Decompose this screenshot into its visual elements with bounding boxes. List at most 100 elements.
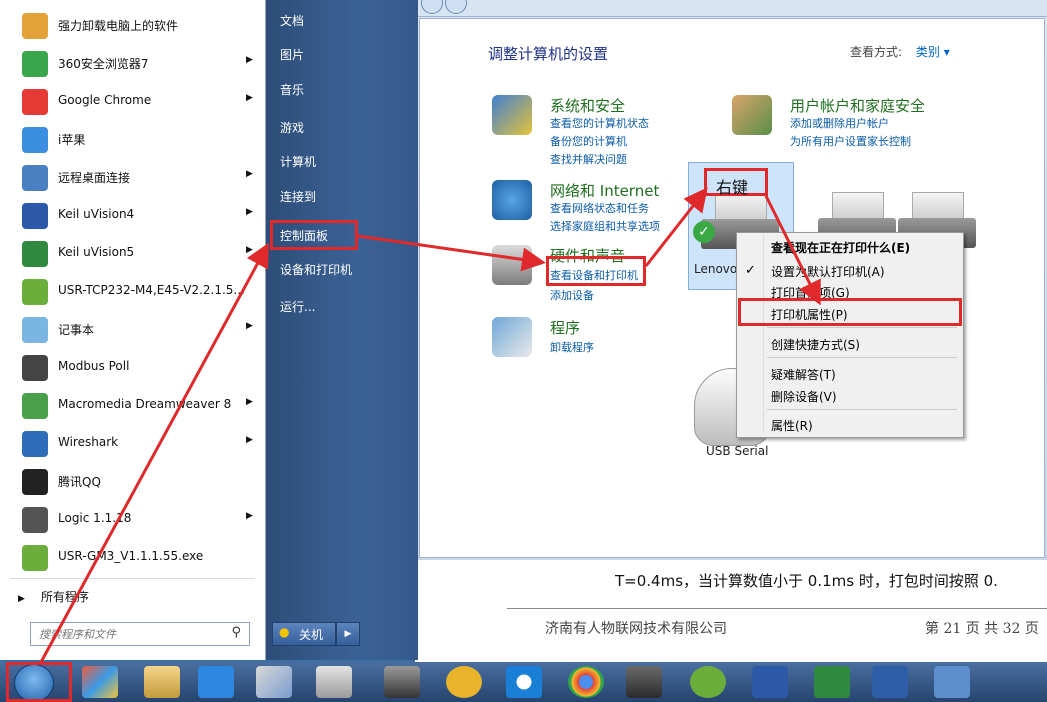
program-icon <box>22 203 48 229</box>
category-link[interactable]: 添加或删除用户帐户 <box>790 115 889 131</box>
program-item[interactable]: Logic 1.1.18 ▶ <box>0 500 262 538</box>
category-title[interactable]: 用户帐户和家庭安全 <box>790 95 925 116</box>
program-item[interactable]: Macromedia Dreamweaver 8 ▶ <box>0 386 262 424</box>
printer-speaker-icon <box>492 245 532 285</box>
search-icon[interactable]: ⚲ <box>231 625 241 640</box>
places-computer[interactable]: 计算机 <box>280 153 316 170</box>
program-name: Keil uVision4 <box>58 207 135 221</box>
word-icon[interactable] <box>872 666 908 698</box>
app-icon[interactable] <box>446 666 482 698</box>
program-icon <box>22 51 48 77</box>
program-name: i苹果 <box>58 133 86 147</box>
forward-button[interactable] <box>445 0 467 14</box>
menu-item-properties[interactable]: 属性(R) <box>771 417 813 434</box>
view-by-dropdown[interactable]: 类别 ▾ <box>916 45 950 59</box>
program-item[interactable]: i苹果 <box>0 120 262 158</box>
page-title: 调整计算机的设置 <box>488 45 609 63</box>
places-run[interactable]: 运行... <box>280 298 315 315</box>
paint-icon[interactable] <box>256 666 292 698</box>
program-icon <box>22 127 48 153</box>
ie-icon[interactable] <box>506 666 542 698</box>
right-click-label: 右键 <box>716 178 749 197</box>
category-title[interactable]: 程序 <box>550 317 580 338</box>
folder-icon[interactable] <box>144 666 180 698</box>
category-link[interactable]: 备份您的计算机 <box>550 133 627 149</box>
program-icon <box>22 89 48 115</box>
menu-item-remove-device[interactable]: 删除设备(V) <box>771 388 837 405</box>
chrome-icon[interactable] <box>568 666 604 698</box>
context-menu: 查看现在正在打印什么(E) ✓ 设置为默认打印机(A) 打印首选项(G) 打印机… <box>736 232 964 438</box>
excel-icon[interactable] <box>814 666 850 698</box>
category-link[interactable]: 查找并解决问题 <box>550 151 627 167</box>
back-button[interactable] <box>421 0 443 14</box>
program-icon <box>22 507 48 533</box>
program-item[interactable]: Wireshark ▶ <box>0 424 262 462</box>
doc-rule <box>507 608 1047 609</box>
places-music[interactable]: 音乐 <box>280 81 304 98</box>
control-panel-navbar <box>415 0 1047 17</box>
doc-footer-company: 济南有人物联网技术有限公司 <box>545 621 727 637</box>
highlight-control-panel <box>270 220 358 250</box>
program-name: Logic 1.1.18 <box>58 511 132 525</box>
app-icon[interactable] <box>82 666 118 698</box>
users-icon <box>732 95 772 135</box>
app-icon[interactable] <box>384 666 420 698</box>
program-item[interactable]: 腾讯QQ <box>0 462 262 500</box>
category-link[interactable]: 卸载程序 <box>550 339 594 355</box>
program-item[interactable]: USR-GM3_V1.1.1.55.exe <box>0 538 262 576</box>
program-icon <box>22 431 48 457</box>
app-icon[interactable] <box>934 666 970 698</box>
places-devices-printers[interactable]: 设备和打印机 <box>280 261 352 278</box>
start-search-box[interactable]: ⚲ <box>30 622 250 646</box>
category-title[interactable]: 网络和 Internet <box>550 180 659 201</box>
menu-item-create-shortcut[interactable]: 创建快捷方式(S) <box>771 336 860 353</box>
app-icon[interactable] <box>626 666 662 698</box>
program-item[interactable]: 记事本 ▶ <box>0 310 262 348</box>
menu-item-troubleshoot[interactable]: 疑难解答(T) <box>771 366 836 383</box>
category-link[interactable]: 查看网络状态和任务 <box>550 200 649 216</box>
program-icon <box>22 165 48 191</box>
program-item[interactable]: 强力卸载电脑上的软件 <box>0 6 262 44</box>
view-by-label: 查看方式: <box>850 45 903 59</box>
program-item[interactable]: Keil uVision4 ▶ <box>0 196 262 234</box>
category-link[interactable]: 为所有用户设置家长控制 <box>790 133 911 149</box>
menu-item-see-printing[interactable]: 查看现在正在打印什么(E) <box>771 239 910 256</box>
program-item[interactable]: Google Chrome ▶ <box>0 82 262 120</box>
calculator-icon[interactable] <box>316 666 352 698</box>
app-icon[interactable] <box>198 666 234 698</box>
places-connect-to[interactable]: 连接到 <box>280 188 316 205</box>
places-pictures[interactable]: 图片 <box>280 46 304 63</box>
shield-icon <box>492 95 532 135</box>
category-title[interactable]: 系统和安全 <box>550 95 625 116</box>
shutdown-options-button[interactable]: ▶ <box>336 622 360 646</box>
doc-footer-page: 第 21 页 共 32 页 <box>925 621 1039 637</box>
category-link[interactable]: 添加设备 <box>550 287 594 303</box>
app-icon[interactable] <box>690 666 726 698</box>
search-input[interactable] <box>37 625 221 643</box>
program-name: 远程桌面连接 <box>58 171 131 185</box>
submenu-arrow-icon: ▶ <box>246 511 253 521</box>
program-item[interactable]: 远程桌面连接 ▶ <box>0 158 262 196</box>
start-menu-programs: 强力卸载电脑上的软件 360安全浏览器7 ▶ Google Chrome ▶ i苹果 远程桌… <box>0 0 266 660</box>
menu-separator <box>767 357 957 358</box>
all-programs-button[interactable]: ▶ 所有程序 <box>18 588 89 605</box>
program-item[interactable]: Keil uVision5 ▶ <box>0 234 262 272</box>
program-name: Modbus Poll <box>58 359 130 373</box>
program-item[interactable]: Modbus Poll <box>0 348 262 386</box>
program-name: Wireshark <box>58 435 119 449</box>
program-item[interactable]: 360安全浏览器7 ▶ <box>0 44 262 82</box>
programs-icon <box>492 317 532 357</box>
shutdown-button[interactable]: ● 关机 <box>272 622 336 646</box>
program-name: Google Chrome <box>58 93 152 107</box>
menu-separator <box>767 327 957 328</box>
usb-device-label: USB Serial <box>706 444 769 458</box>
program-icon <box>22 241 48 267</box>
category-link[interactable]: 选择家庭组和共享选项 <box>550 218 660 234</box>
program-name: 强力卸载电脑上的软件 <box>58 19 179 33</box>
places-documents[interactable]: 文档 <box>280 12 304 29</box>
program-item[interactable]: USR-TCP232-M4,E45-V2.2.1.5... <box>0 272 262 310</box>
menu-item-set-default[interactable]: 设置为默认打印机(A) <box>771 263 885 280</box>
category-link[interactable]: 查看您的计算机状态 <box>550 115 649 131</box>
places-games[interactable]: 游戏 <box>280 119 304 136</box>
keil-icon[interactable] <box>752 666 788 698</box>
